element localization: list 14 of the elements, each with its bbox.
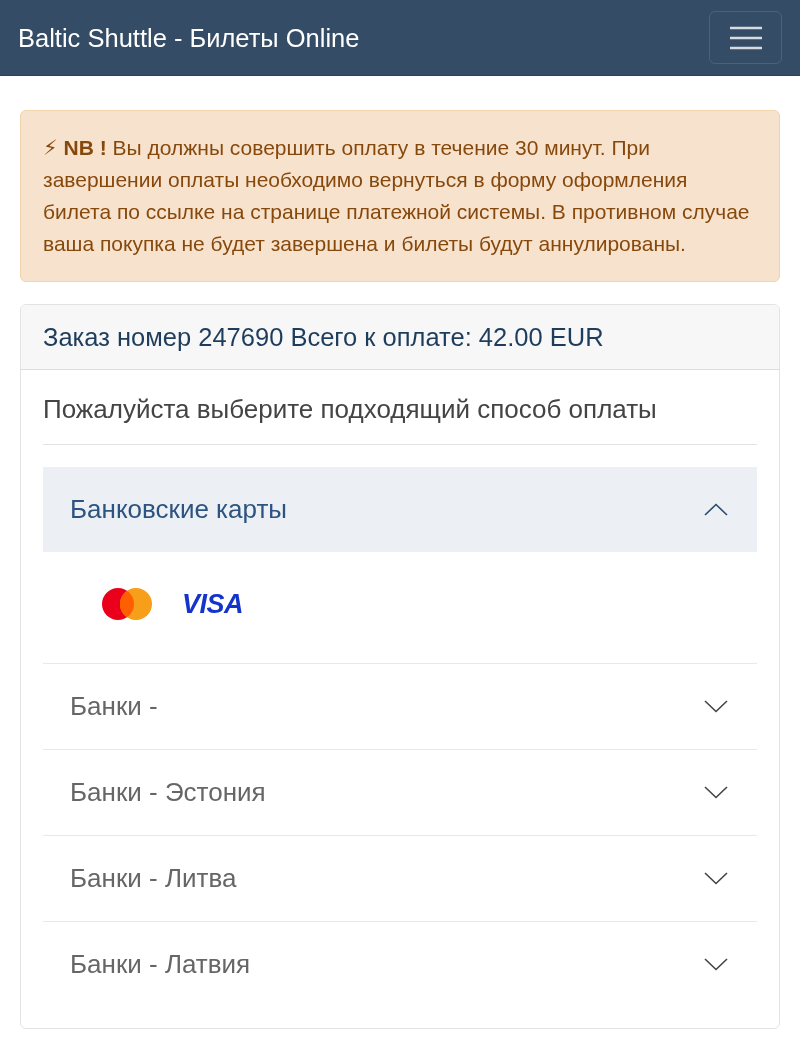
payment-prompt: Пожалуйста выберите подходящий способ оплаты	[43, 390, 757, 445]
chevron-up-icon	[704, 503, 728, 516]
brand-title[interactable]: Baltic Shuttle - Билеты Online	[18, 21, 360, 54]
visa-logo[interactable]: VISA	[182, 590, 244, 618]
mastercard-logo-icon[interactable]	[102, 588, 152, 620]
chevron-down-icon	[704, 958, 728, 971]
alert-message: ⚡ NB ! Вы должны совершить оплату в течение 30 минут. При завершении оплаты необходимо вернуться в форму оформления билета по ссылке на странице платежной системы. В противном случае ваша покупка не будет завершена и билеты будут аннулированы.	[43, 135, 751, 257]
chevron-down-icon	[704, 786, 728, 799]
order-summary: Заказ номер 247690 Всего к оплате: 42.00 EUR	[43, 323, 604, 351]
menu-icon	[729, 25, 762, 50]
accordion-button[interactable]: Банковские карты	[43, 467, 757, 552]
chevron-down-icon	[704, 700, 728, 713]
chevron-down-icon	[704, 872, 728, 885]
menu-button[interactable]	[709, 11, 782, 64]
